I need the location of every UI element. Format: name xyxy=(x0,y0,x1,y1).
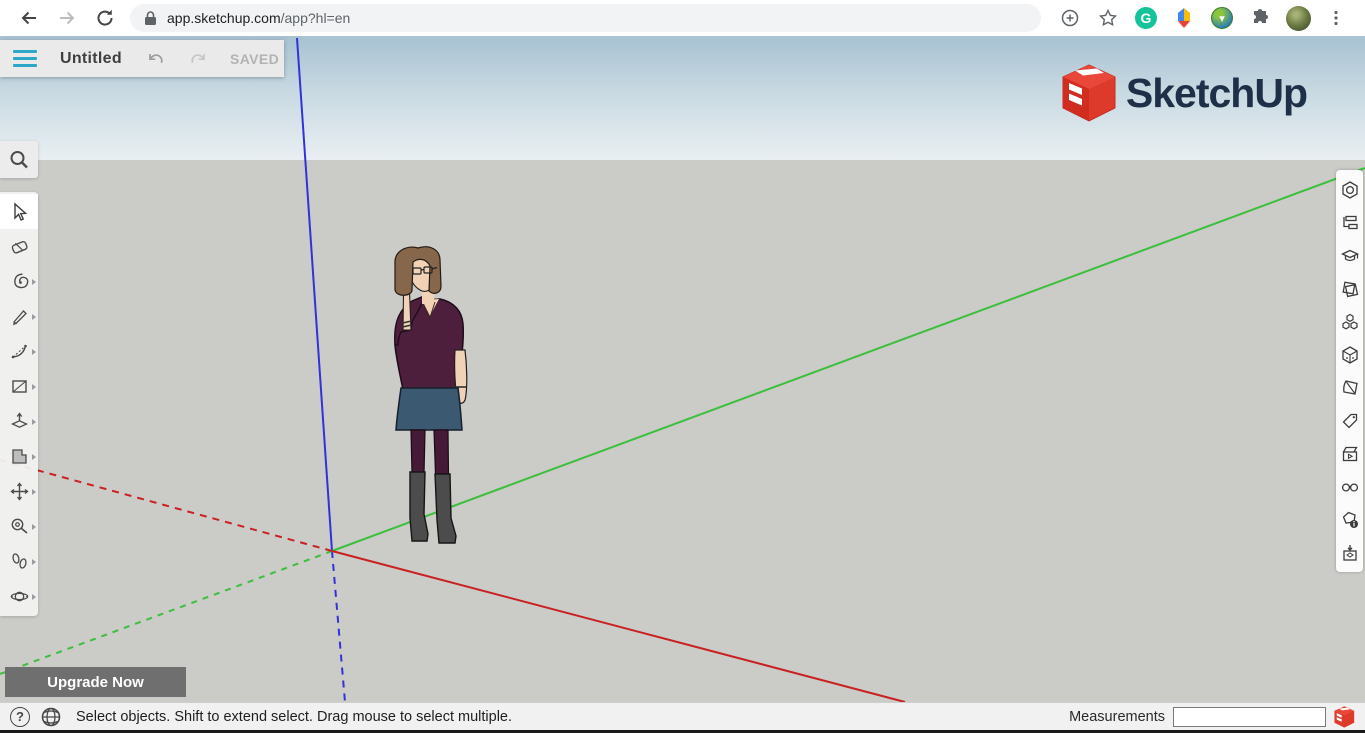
tool-line[interactable] xyxy=(0,299,38,334)
search-button[interactable] xyxy=(0,141,38,178)
measurements-input[interactable] xyxy=(1173,707,1326,727)
tool-push-pull[interactable] xyxy=(0,404,38,439)
panel-scenes[interactable] xyxy=(1336,437,1363,470)
panel-instructor[interactable] xyxy=(1336,239,1363,272)
sketchup-logo: SketchUp xyxy=(1062,64,1307,122)
extensions-puzzle-icon[interactable] xyxy=(1247,5,1273,31)
app-header: Untitled SAVED xyxy=(0,40,284,77)
browser-avatar[interactable] xyxy=(1285,5,1311,31)
tag-icon xyxy=(1340,411,1360,431)
zoom-page-icon[interactable] xyxy=(1057,5,1083,31)
materials-icon xyxy=(1340,345,1360,365)
status-bar: ? Select objects. Shift to extend select… xyxy=(0,702,1365,730)
panel-entity-info[interactable] xyxy=(1336,173,1363,206)
save-status-badge: SAVED xyxy=(230,51,279,67)
tool-move[interactable] xyxy=(0,474,38,509)
tool-tape-measure[interactable] xyxy=(0,509,38,544)
panel-tags[interactable] xyxy=(1336,404,1363,437)
tool-paint[interactable] xyxy=(0,264,38,299)
downloader-extension-icon[interactable] xyxy=(1171,5,1197,31)
upgrade-now-button[interactable]: Upgrade Now xyxy=(5,667,186,697)
panel-soften-edges[interactable] xyxy=(1336,371,1363,404)
tool-palette xyxy=(0,192,38,616)
status-hint: Select objects. Shift to extend select. … xyxy=(76,709,512,725)
panels-rail xyxy=(1336,170,1363,572)
panel-materials[interactable] xyxy=(1336,338,1363,371)
entity-info-icon xyxy=(1340,180,1360,200)
avatar-image xyxy=(1286,6,1311,31)
orbit-icon xyxy=(9,586,30,607)
select-cursor-icon xyxy=(9,202,29,222)
sketchup-cube-icon xyxy=(1062,64,1117,122)
reload-icon[interactable] xyxy=(93,6,117,30)
measurements-label: Measurements xyxy=(1069,709,1165,725)
push-pull-icon xyxy=(9,411,30,432)
panel-styles[interactable] xyxy=(1336,272,1363,305)
back-icon[interactable] xyxy=(17,6,41,30)
scenes-clapper-icon xyxy=(1340,444,1360,464)
address-bar[interactable]: app.sketchup.com/app?hl=en xyxy=(130,4,1041,32)
glasses-icon xyxy=(1340,477,1360,497)
drawing-axes xyxy=(0,36,1365,702)
browser-toolbar: app.sketchup.com/app?hl=en G ▾ xyxy=(0,0,1365,36)
undo-icon[interactable] xyxy=(146,50,165,67)
components-icon xyxy=(1340,312,1360,332)
add-location-icon xyxy=(1340,543,1360,563)
panel-outliner[interactable] xyxy=(1336,206,1363,239)
tool-shape[interactable] xyxy=(0,369,38,404)
grammarly-extension-icon[interactable]: G xyxy=(1133,5,1159,31)
document-title[interactable]: Untitled xyxy=(60,50,122,68)
help-icon[interactable]: ? xyxy=(10,707,30,727)
sketchup-mini-logo-icon xyxy=(1334,706,1355,728)
offset-icon xyxy=(9,446,30,467)
sketchup-wordmark: SketchUp xyxy=(1126,70,1307,117)
sketchup-viewport[interactable]: Untitled SAVED SketchUp xyxy=(0,36,1365,733)
panel-display[interactable] xyxy=(1336,470,1363,503)
main-menu-icon[interactable] xyxy=(13,50,37,67)
tool-arc[interactable] xyxy=(0,334,38,369)
panel-add-location[interactable] xyxy=(1336,536,1363,569)
measurements-group: Measurements xyxy=(1069,706,1355,728)
language-globe-icon[interactable] xyxy=(40,706,62,728)
tool-walk[interactable] xyxy=(0,544,38,579)
instructor-cap-icon xyxy=(1340,246,1360,266)
soften-edges-icon xyxy=(1340,378,1360,398)
outliner-icon xyxy=(1340,213,1360,233)
tool-eraser[interactable] xyxy=(0,229,38,264)
pencil-icon xyxy=(9,306,30,327)
url-path: /app?hl=en xyxy=(281,10,351,26)
browser-menu-icon[interactable] xyxy=(1323,5,1349,31)
idm-extension-icon[interactable]: ▾ xyxy=(1209,5,1235,31)
walk-footprints-icon xyxy=(9,551,30,572)
move-icon xyxy=(9,481,30,502)
styles-icon xyxy=(1340,279,1360,299)
forward-icon[interactable] xyxy=(55,6,79,30)
paint-bucket-icon xyxy=(9,271,30,292)
model-info-icon xyxy=(1340,510,1360,530)
redo-icon[interactable] xyxy=(189,50,208,67)
eraser-icon xyxy=(9,236,30,257)
tool-orbit[interactable] xyxy=(0,579,38,614)
lock-icon xyxy=(144,11,157,26)
rectangle-icon xyxy=(9,376,30,397)
tool-offset[interactable] xyxy=(0,439,38,474)
bookmark-star-icon[interactable] xyxy=(1095,5,1121,31)
tape-measure-icon xyxy=(9,516,30,537)
arc-icon xyxy=(9,341,30,362)
idm-globe: ▾ xyxy=(1211,7,1233,29)
panel-components[interactable] xyxy=(1336,305,1363,338)
tool-select[interactable] xyxy=(0,194,38,229)
grammarly-letter: G xyxy=(1135,7,1157,29)
url-domain: app.sketchup.com xyxy=(167,10,281,26)
search-icon xyxy=(8,149,30,171)
person-figure[interactable] xyxy=(382,246,478,548)
panel-model-info[interactable] xyxy=(1336,503,1363,536)
